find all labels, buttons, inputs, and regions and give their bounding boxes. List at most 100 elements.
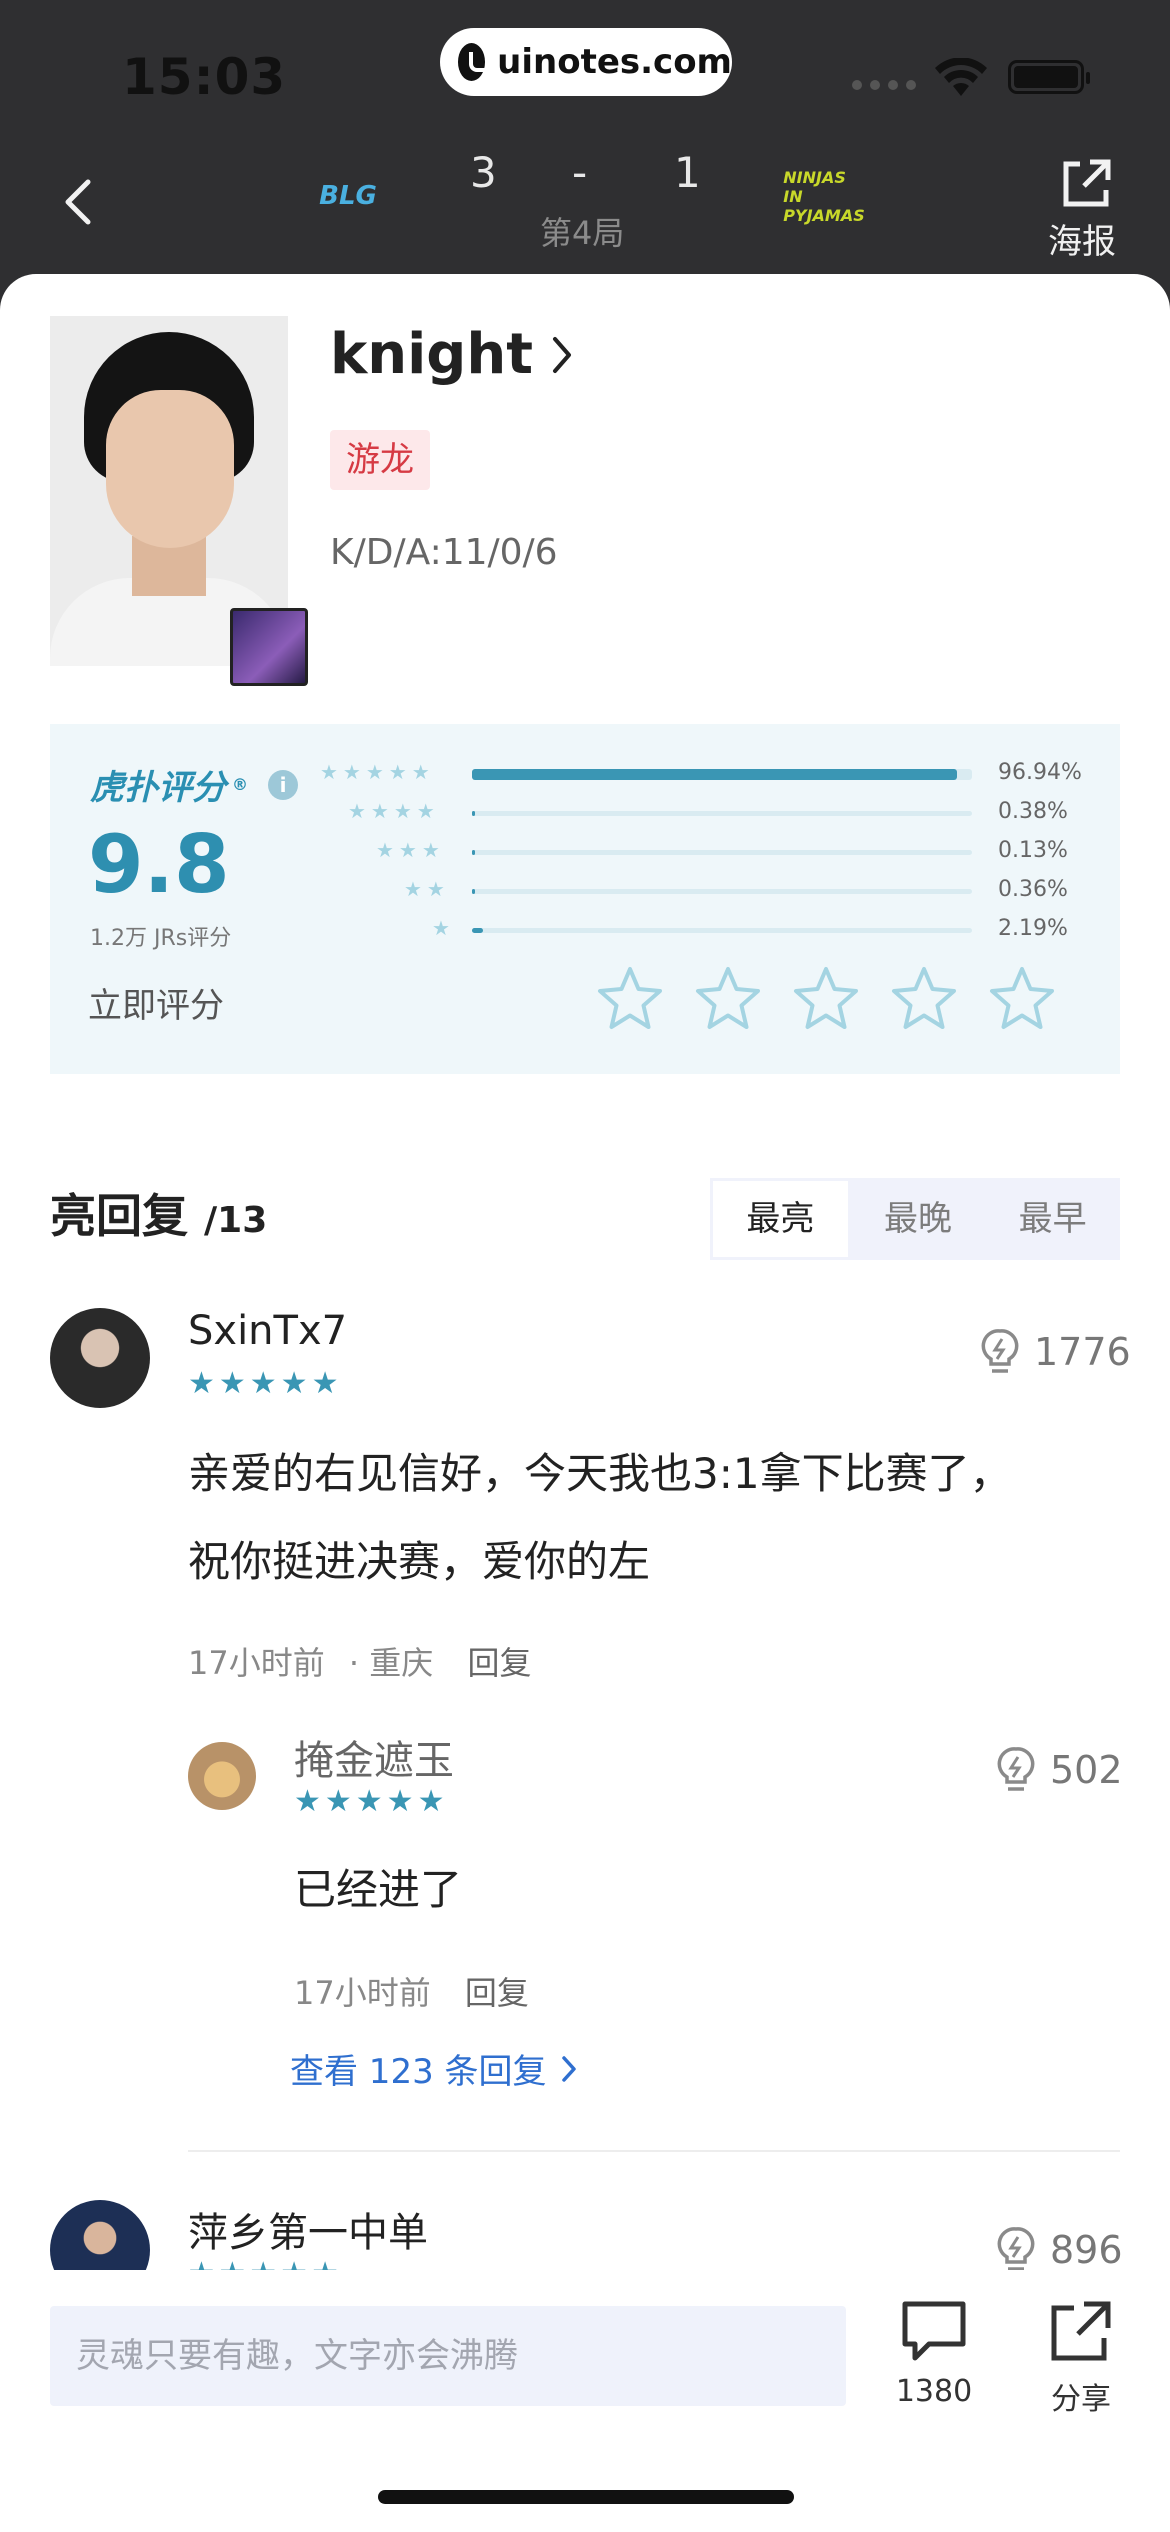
comment-username[interactable]: 掩金遮玉 — [294, 1728, 454, 1786]
comment-bubble-icon — [902, 2301, 966, 2361]
game-number-label: 第4局 — [540, 214, 625, 252]
comment-text: 已经进了 — [294, 1865, 463, 1914]
share-out-icon — [1051, 2301, 1111, 2361]
chevron-right-icon — [561, 2055, 576, 2082]
comment-username[interactable]: 萍乡第一中单 — [188, 2200, 428, 2258]
info-icon[interactable]: i — [268, 769, 298, 800]
rating-count: 1.2万 JRs评分 — [90, 926, 232, 951]
share-button[interactable]: 分享 — [1036, 2298, 1126, 2418]
rating-distribution-row: ★★ 0.36% — [320, 877, 1096, 907]
chevron-right-icon — [553, 336, 572, 373]
rate-now-label: 立即评分 — [88, 986, 224, 1026]
comment-meta: 17小时前 · 重庆 回复 — [188, 1638, 531, 1684]
like-count: 1776 — [1034, 1330, 1131, 1374]
rating-bar-track — [472, 928, 972, 933]
player-name: knight — [330, 322, 534, 387]
avatar[interactable] — [50, 1308, 150, 1408]
rating-bar-fill — [472, 850, 475, 855]
comment-time: 17小时前 — [294, 1974, 431, 2012]
sort-tab-brightest[interactable]: 最亮 — [710, 1178, 851, 1260]
share-label: 分享 — [1051, 2382, 1111, 2417]
comment-count: 1380 — [895, 2374, 973, 2409]
poster-button[interactable]: 海报 — [1048, 214, 1116, 263]
cellular-signal-icon — [852, 80, 916, 90]
star-icon[interactable] — [988, 964, 1056, 1032]
star-icon: ★★★★★ — [320, 760, 435, 784]
rating-star-input[interactable] — [596, 964, 1056, 1032]
wifi-icon — [935, 58, 987, 96]
replies-title: 亮回复 — [50, 1189, 188, 1243]
sort-tabs: 最亮 最晚 最早 — [710, 1178, 1120, 1260]
site-logo-icon — [458, 43, 494, 81]
lightbulb-icon — [997, 1747, 1035, 1791]
star-icon[interactable] — [596, 964, 664, 1032]
team-nip-logo[interactable]: NINJAS IN PYJAMAS — [783, 166, 864, 226]
like-button[interactable]: 896 — [996, 2226, 1123, 2274]
comment-text-line: 祝你挺进决赛，爱你的左 — [188, 1537, 651, 1586]
sort-tab-earliest[interactable]: 最早 — [985, 1178, 1120, 1260]
avatar[interactable] — [188, 1742, 256, 1810]
like-button[interactable]: 502 — [996, 1746, 1123, 1794]
score-separator: - — [572, 148, 588, 197]
comment-rating-stars: ★★★★★ — [188, 1366, 343, 1401]
rating-percent: 0.36% — [998, 877, 1068, 902]
reply-button[interactable]: 回复 — [467, 1644, 531, 1682]
back-chevron-icon[interactable] — [56, 176, 100, 228]
rating-bar-fill — [472, 889, 475, 894]
rating-bar-track — [472, 811, 972, 816]
share-out-icon[interactable] — [1050, 158, 1122, 210]
lightbulb-icon — [997, 2227, 1035, 2271]
rating-distribution-row: ★ 2.19% — [320, 916, 1096, 946]
player-avatar[interactable] — [50, 316, 308, 686]
rating-percent: 0.13% — [998, 838, 1068, 863]
team-blg-logo[interactable]: BLG — [318, 166, 378, 226]
comment-meta: 17小时前 回复 — [294, 1968, 529, 2014]
rating-distribution-row: ★★★ 0.13% — [320, 838, 1096, 868]
star-icon: ★★★ — [376, 838, 445, 862]
star-icon: ★★ — [404, 877, 450, 901]
comment-time: 17小时前 — [188, 1644, 325, 1682]
divider — [188, 2150, 1120, 2152]
rating-bar-fill — [472, 811, 475, 816]
rating-bar-fill — [472, 769, 957, 780]
rating-brand-mark: ® — [232, 775, 248, 794]
url-pill[interactable]: uinotes.com — [440, 28, 732, 96]
comment-username[interactable]: SxinTx7 — [188, 1308, 347, 1354]
comment-input[interactable]: 灵魂只要有趣，文字亦会沸腾 — [50, 2306, 846, 2406]
status-time: 15:03 — [122, 48, 287, 106]
rating-percent: 0.38% — [998, 799, 1068, 824]
like-count: 896 — [1050, 2228, 1123, 2272]
star-icon: ★ — [432, 916, 455, 940]
rating-distribution-row: ★★★★ 0.38% — [320, 799, 1096, 829]
home-indicator — [378, 2490, 794, 2504]
comment-text-line: 亲爱的右见信好，今天我也3:1拿下比赛了， — [188, 1449, 1012, 1498]
rating-distribution-row: ★★★★★ 96.94% — [320, 760, 1096, 790]
rating-bar-track — [472, 889, 972, 894]
rating-score: 9.8 — [88, 818, 230, 911]
comment-location: · 重庆 — [348, 1644, 434, 1682]
role-tag: 游龙 — [330, 430, 430, 490]
view-more-replies-link[interactable]: 查看 123 条回复 — [290, 2044, 577, 2093]
rating-percent: 96.94% — [998, 760, 1082, 785]
rating-percent: 2.19% — [998, 916, 1068, 941]
comment-text: 亲爱的右见信好，今天我也3:1拿下比赛了， 祝你挺进决赛，爱你的左 — [188, 1430, 1108, 1606]
comments-button[interactable]: 1380 — [890, 2298, 978, 2409]
star-icon[interactable] — [694, 964, 762, 1032]
sort-tab-latest[interactable]: 最晚 — [851, 1178, 986, 1260]
reply-button[interactable]: 回复 — [465, 1974, 529, 2012]
lightbulb-icon — [981, 1329, 1019, 1373]
rating-bar-track — [472, 850, 972, 855]
status-bar: 15:03 uinotes.com — [0, 0, 1170, 140]
replies-heading: 亮回复 /13 — [50, 1180, 267, 1246]
like-button[interactable]: 1776 — [980, 1328, 1131, 1376]
star-icon: ★★★★ — [348, 799, 440, 823]
score-right: 1 — [674, 148, 701, 197]
replies-count: /13 — [204, 1200, 268, 1241]
rating-brand-text: 虎扑评分 — [90, 768, 226, 808]
rating-brand: 虎扑评分 ® i — [90, 760, 298, 809]
star-icon[interactable] — [792, 964, 860, 1032]
star-icon[interactable] — [890, 964, 958, 1032]
player-name-link[interactable]: knight — [330, 322, 573, 387]
kda-stat: K/D/A:11/0/6 — [330, 532, 558, 573]
rating-bar-fill — [472, 928, 483, 933]
